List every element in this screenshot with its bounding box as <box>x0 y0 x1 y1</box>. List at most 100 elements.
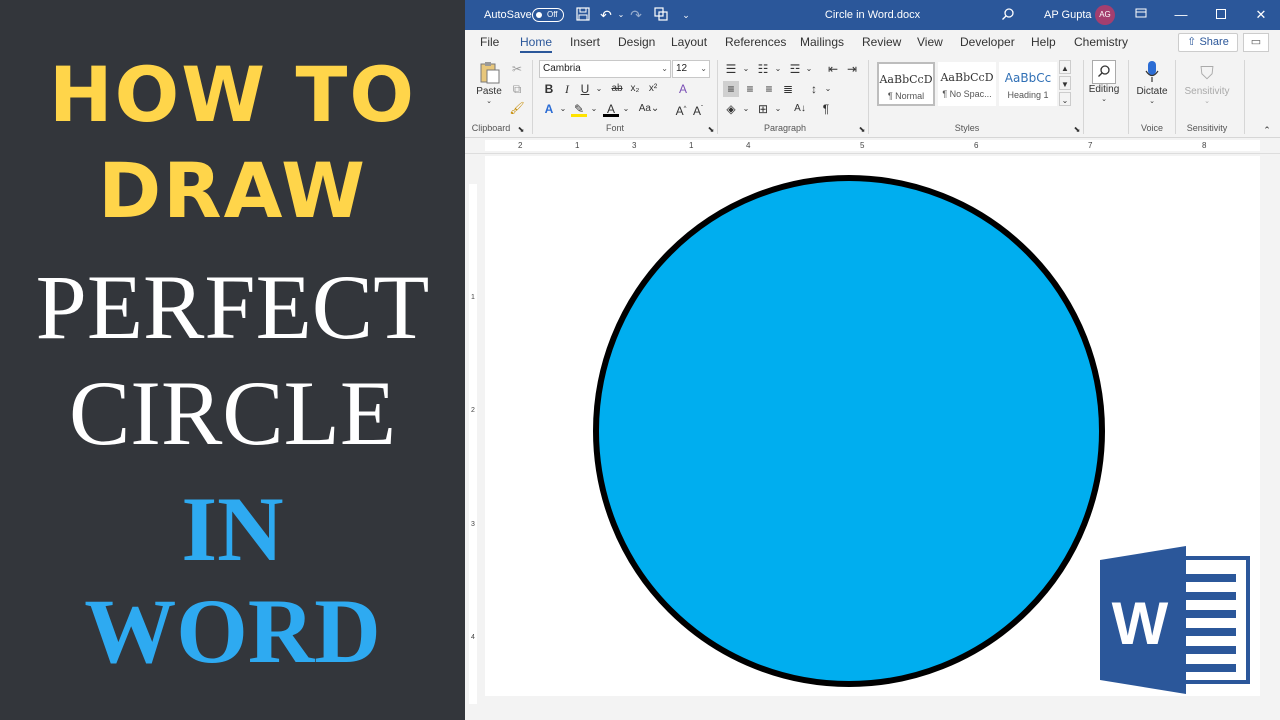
user-name[interactable]: AP Gupta <box>1044 0 1092 30</box>
ruler-number: 1 <box>471 294 475 301</box>
justify-icon[interactable]: ≣ <box>780 81 796 97</box>
highlight-dropdown-icon[interactable]: ⌄ <box>586 101 602 117</box>
bold-icon[interactable]: B <box>541 81 557 97</box>
style-name: Heading 1 <box>1007 90 1049 100</box>
shading-icon[interactable]: ◈ <box>723 101 739 117</box>
title-line-perfect: PERFECT <box>35 256 430 358</box>
tab-references[interactable]: References <box>725 35 786 53</box>
ruler-number: 4 <box>746 141 751 150</box>
shrink-font-icon[interactable]: Aˇ <box>690 101 706 118</box>
sensitivity-label: Sensitivity <box>1184 86 1230 97</box>
microphone-icon <box>1140 60 1164 86</box>
grow-font-icon[interactable]: A^ <box>673 101 689 118</box>
tab-review[interactable]: Review <box>862 35 901 53</box>
copy-format-icon[interactable]: ⧉ <box>509 81 525 97</box>
clipboard-launcher-icon[interactable]: ⬊ <box>513 122 529 138</box>
find-icon <box>1092 60 1116 84</box>
avatar[interactable]: AG <box>1095 5 1115 25</box>
sensitivity-icon: ⛉ <box>1200 63 1214 83</box>
font-color-dropdown-icon[interactable]: ⌄ <box>618 101 634 117</box>
tab-home[interactable]: Home <box>520 35 553 53</box>
change-case-icon[interactable]: Aa⌄ <box>637 101 661 117</box>
align-right-icon[interactable]: ≡ <box>761 81 777 97</box>
ribbon-display-options-icon[interactable] <box>1122 0 1160 30</box>
tab-help[interactable]: Help <box>1031 35 1056 53</box>
separator <box>532 60 533 134</box>
styles-more-icon[interactable]: ⌄ <box>1059 92 1071 106</box>
style-normal[interactable]: AaBbCcD ¶ Normal <box>877 62 935 106</box>
bullets-dropdown-icon[interactable]: ⌄ <box>738 61 754 77</box>
multilevel-dropdown-icon[interactable]: ⌄ <box>801 61 817 77</box>
clear-formatting-icon[interactable]: A <box>675 81 691 97</box>
font-name-select[interactable]: Cambria ⌄ <box>539 60 671 78</box>
italic-icon[interactable]: I <box>559 81 575 97</box>
format-painter-icon[interactable]: 🖌 <box>509 100 525 116</box>
separator <box>1244 60 1245 134</box>
underline-dropdown-icon[interactable]: ⌄ <box>591 81 607 97</box>
bullets-icon[interactable]: ☰ <box>723 61 739 77</box>
style-heading-1[interactable]: AaBbCc Heading 1 <box>999 62 1057 106</box>
ruler-number: 1 <box>575 141 580 150</box>
editing-label: Editing <box>1088 84 1120 95</box>
increase-indent-icon[interactable]: ⇥ <box>844 61 860 77</box>
shading-dropdown-icon[interactable]: ⌄ <box>738 101 754 117</box>
horizontal-ruler[interactable]: 2 1 3 1 4 5 6 7 8 <box>465 138 1280 154</box>
numbering-dropdown-icon[interactable]: ⌄ <box>770 61 786 77</box>
sensitivity-button[interactable]: ⛉ Sensitivity ⌄ <box>1179 60 1235 105</box>
borders-dropdown-icon[interactable]: ⌄ <box>770 101 786 117</box>
minimize-button[interactable]: — <box>1162 0 1200 30</box>
maximize-button[interactable] <box>1202 0 1240 30</box>
ruler-number: 4 <box>471 634 475 641</box>
separator <box>868 60 869 134</box>
strikethrough-icon[interactable]: ab <box>609 81 625 97</box>
search-icon[interactable] <box>1000 7 1016 23</box>
font-color-icon[interactable]: A <box>603 101 619 117</box>
editing-button[interactable]: Editing ⌄ <box>1087 60 1121 103</box>
paragraph-group-label: Paragraph <box>763 123 807 133</box>
borders-icon[interactable]: ⊞ <box>755 101 771 117</box>
tab-mailings[interactable]: Mailings <box>800 35 844 53</box>
circle-shape[interactable] <box>593 175 1105 687</box>
tab-layout[interactable]: Layout <box>671 35 707 53</box>
tab-developer[interactable]: Developer <box>960 35 1015 53</box>
style-sample: AaBbCcD <box>879 73 933 86</box>
line-spacing-dropdown-icon[interactable]: ⌄ <box>820 81 836 97</box>
numbering-icon[interactable]: ☷ <box>755 61 771 77</box>
title-line-circle: CIRCLE <box>68 362 397 464</box>
styles-scroll-up-icon[interactable]: ▲ <box>1059 60 1071 74</box>
chevron-down-icon: ⌄ <box>1204 98 1210 105</box>
tab-chemistry[interactable]: Chemistry <box>1074 35 1128 53</box>
svg-text:W: W <box>1112 590 1169 657</box>
share-button[interactable]: ⇧ Share <box>1178 33 1238 52</box>
thumbnail-title-panel: HOW TO DRAW PERFECT CIRCLE IN WORD <box>0 0 465 720</box>
superscript-icon[interactable]: x² <box>645 81 661 97</box>
vertical-ruler[interactable]: 1 2 3 4 <box>465 154 481 710</box>
collapse-ribbon-icon[interactable]: ⌃ <box>1259 122 1275 138</box>
show-formatting-icon[interactable]: ¶ <box>818 101 834 117</box>
tab-file[interactable]: File <box>480 35 499 53</box>
text-effects-dropdown-icon[interactable]: ⌄ <box>555 101 571 117</box>
cut-icon[interactable]: ✂ <box>509 61 525 77</box>
comments-icon[interactable]: ▭ <box>1243 33 1269 52</box>
close-button[interactable]: ✕ <box>1242 0 1280 30</box>
word-logo-icon: W <box>1100 546 1250 694</box>
tab-design[interactable]: Design <box>618 35 655 53</box>
title-bar: AutoSave Off ↶ ⌄ ↷ ⌄ Circle in Word.docx… <box>465 0 1280 30</box>
clipboard-group-label: Clipboard <box>471 123 511 133</box>
style-no-spacing[interactable]: AaBbCcD ¶ No Spac... <box>938 62 996 106</box>
sort-icon[interactable]: A↓ <box>792 101 808 117</box>
font-size-select[interactable]: 12 ⌄ <box>672 60 710 78</box>
chevron-down-icon: ⌄ <box>1149 98 1155 105</box>
styles-scroll-down-icon[interactable]: ▼ <box>1059 76 1071 90</box>
tab-view[interactable]: View <box>917 35 943 53</box>
decrease-indent-icon[interactable]: ⇤ <box>825 61 841 77</box>
vertical-scrollbar[interactable] <box>1265 154 1280 710</box>
align-left-icon[interactable]: ≡ <box>723 81 739 97</box>
dictate-button[interactable]: Dictate ⌄ <box>1134 60 1170 105</box>
tab-insert[interactable]: Insert <box>570 35 600 53</box>
paste-button[interactable]: Paste ⌄ <box>473 60 505 105</box>
highlight-icon[interactable]: ✎ <box>571 101 587 117</box>
align-center-icon[interactable]: ≡ <box>742 81 758 97</box>
subscript-icon[interactable]: x₂ <box>627 81 643 97</box>
font-name-value: Cambria <box>543 63 581 74</box>
